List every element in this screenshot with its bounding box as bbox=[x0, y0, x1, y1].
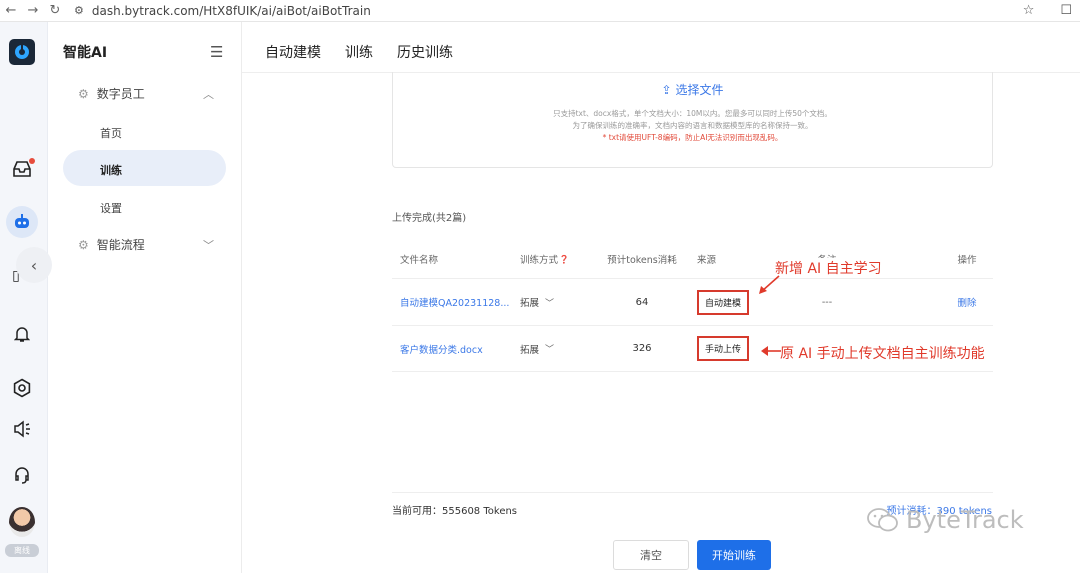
tab-train[interactable]: 训练 bbox=[345, 42, 373, 62]
annotation-arrow bbox=[761, 346, 781, 356]
wechat-icon bbox=[867, 508, 898, 532]
collapse-sidebar-button[interactable]: ‹ bbox=[16, 247, 52, 283]
source-tag-highlight: 手动上传 bbox=[697, 336, 750, 361]
sidebar-item-settings[interactable]: 设置 bbox=[100, 200, 122, 216]
reload-icon[interactable]: ↻ bbox=[44, 3, 66, 18]
site-info-icon[interactable]: ⚙ bbox=[74, 4, 84, 17]
table-row: 自动建模QA20231128... 拓展 ﹀ 64 自动建模 --- 删除 bbox=[392, 278, 993, 325]
clear-button[interactable]: 清空 bbox=[613, 540, 689, 570]
source-cell: 手动上传 bbox=[697, 326, 765, 371]
help-icon[interactable]: ❓ bbox=[559, 255, 569, 264]
address-bar[interactable]: ⚙ dash.bytrack.com/HtX8fUIK/ai/aiBot/aiB… bbox=[74, 4, 371, 18]
browser-bar: ← → ↻ ⚙ dash.bytrack.com/HtX8fUIK/ai/aiB… bbox=[0, 0, 1080, 22]
bell-icon[interactable] bbox=[0, 325, 44, 348]
gear-icon: ⚙ bbox=[78, 237, 89, 252]
source-cell: 自动建模 bbox=[697, 279, 765, 325]
watermark: ByteTrack bbox=[866, 506, 1024, 534]
available-tokens: 当前可用：555608 Tokens bbox=[392, 506, 518, 517]
top-tabs: 自动建模 训练 历史训练 bbox=[265, 42, 453, 62]
footer-divider bbox=[392, 492, 993, 493]
choose-file-button[interactable]: ⇪ 选择文件 bbox=[393, 81, 992, 98]
menu-group-digital-staff[interactable]: ⚙ 数字员工 ︿ bbox=[78, 85, 214, 102]
file-name-link[interactable]: 客户数据分类.docx bbox=[400, 326, 515, 371]
note-cell: --- bbox=[821, 296, 833, 308]
menu-group-label: 数字员工 bbox=[96, 87, 145, 101]
window-icon[interactable]: ☐ bbox=[1060, 3, 1072, 18]
chevron-down-icon: ﹀ bbox=[203, 238, 214, 252]
header-tokens: 预计tokens消耗 bbox=[607, 255, 677, 266]
source-tag-highlight: 自动建模 bbox=[697, 289, 750, 315]
menu-group-smart-flow[interactable]: ⚙ 智能流程 ﹀ bbox=[78, 236, 214, 253]
token-estimate: 326 bbox=[632, 343, 652, 354]
sidebar-title: 智能AI bbox=[63, 45, 108, 61]
annotation-arrow bbox=[759, 275, 780, 294]
annotation-manual-upload: 原 AI 手动上传文档自主训练功能 bbox=[780, 343, 985, 363]
icon-rail: ▯ 离线 bbox=[0, 22, 48, 573]
url-text: dash.bytrack.com/HtX8fUIK/ai/aiBot/aiBot… bbox=[91, 3, 371, 18]
inbox-icon[interactable] bbox=[0, 160, 44, 183]
app-logo-icon[interactable] bbox=[9, 39, 35, 65]
chevron-down-icon: ﹀ bbox=[545, 345, 555, 355]
menu-group-label: 智能流程 bbox=[96, 238, 145, 252]
tab-history[interactable]: 历史训练 bbox=[397, 42, 453, 62]
gear-icon: ⚙ bbox=[78, 86, 89, 101]
bookmark-star-icon[interactable]: ☆ bbox=[1023, 3, 1035, 18]
file-name-link[interactable]: 自动建模QA20231128... bbox=[400, 279, 515, 325]
header-actions: 操作 bbox=[957, 255, 977, 266]
side-menu: 智能AI ☰ ⚙ 数字员工 ︿ 首页 训练 设置 ⚙ 智能流程 ﹀ bbox=[48, 22, 242, 573]
annotation-new-ai-learning: 新增 AI 自主学习 bbox=[775, 258, 882, 278]
headset-icon[interactable] bbox=[0, 466, 44, 489]
sidebar-item-train-active[interactable] bbox=[63, 150, 226, 186]
chevron-up-icon: ︿ bbox=[203, 87, 214, 101]
menu-toggle-icon[interactable]: ☰ bbox=[210, 43, 223, 61]
user-avatar[interactable] bbox=[9, 507, 35, 537]
upload-hint: 为了确保训练的准确率，文档内容的语言和数据模型库的名称保持一致。 bbox=[572, 121, 813, 130]
ai-bot-icon[interactable] bbox=[6, 206, 38, 238]
table-header: 文件名称 训练方式❓ 预计tokens消耗 来源 备注 操作 bbox=[392, 240, 993, 278]
upload-dropzone[interactable]: ⇪ 选择文件 只支持txt、docx格式，单个文档大小：10M以内。您最多可以同… bbox=[392, 72, 993, 168]
upload-list-title: 上传完成(共2篇) bbox=[392, 213, 467, 224]
upload-hint: 只支持txt、docx格式，单个文档大小：10M以内。您最多可以同时上传50个文… bbox=[553, 109, 832, 118]
header-file-name: 文件名称 bbox=[400, 255, 439, 266]
sidebar-item-train[interactable]: 训练 bbox=[100, 162, 122, 178]
speaker-icon[interactable] bbox=[0, 420, 44, 443]
forward-icon[interactable]: → bbox=[22, 3, 44, 18]
token-estimate: 64 bbox=[635, 296, 649, 308]
upload-warning: * txt请使用UFT-8编码，防止AI无法识别而出现乱码。 bbox=[602, 133, 783, 142]
train-mode-select[interactable]: 拓展 ﹀ bbox=[520, 279, 590, 325]
tab-auto-model[interactable]: 自动建模 bbox=[265, 42, 321, 62]
upload-icon: ⇪ bbox=[661, 83, 672, 97]
start-training-button[interactable]: 开始训练 bbox=[697, 540, 771, 570]
sidebar-item-home[interactable]: 首页 bbox=[100, 125, 122, 141]
status-badge: 离线 bbox=[5, 544, 39, 557]
chevron-down-icon: ﹀ bbox=[545, 298, 555, 309]
header-source: 来源 bbox=[697, 255, 717, 266]
back-icon[interactable]: ← bbox=[0, 3, 22, 18]
settings-ring-icon[interactable] bbox=[0, 378, 44, 403]
delete-link[interactable]: 删除 bbox=[947, 279, 987, 325]
notification-dot bbox=[29, 158, 35, 164]
train-mode-select[interactable]: 拓展 ﹀ bbox=[520, 326, 590, 371]
header-train-mode: 训练方式 ❓ bbox=[520, 254, 569, 267]
